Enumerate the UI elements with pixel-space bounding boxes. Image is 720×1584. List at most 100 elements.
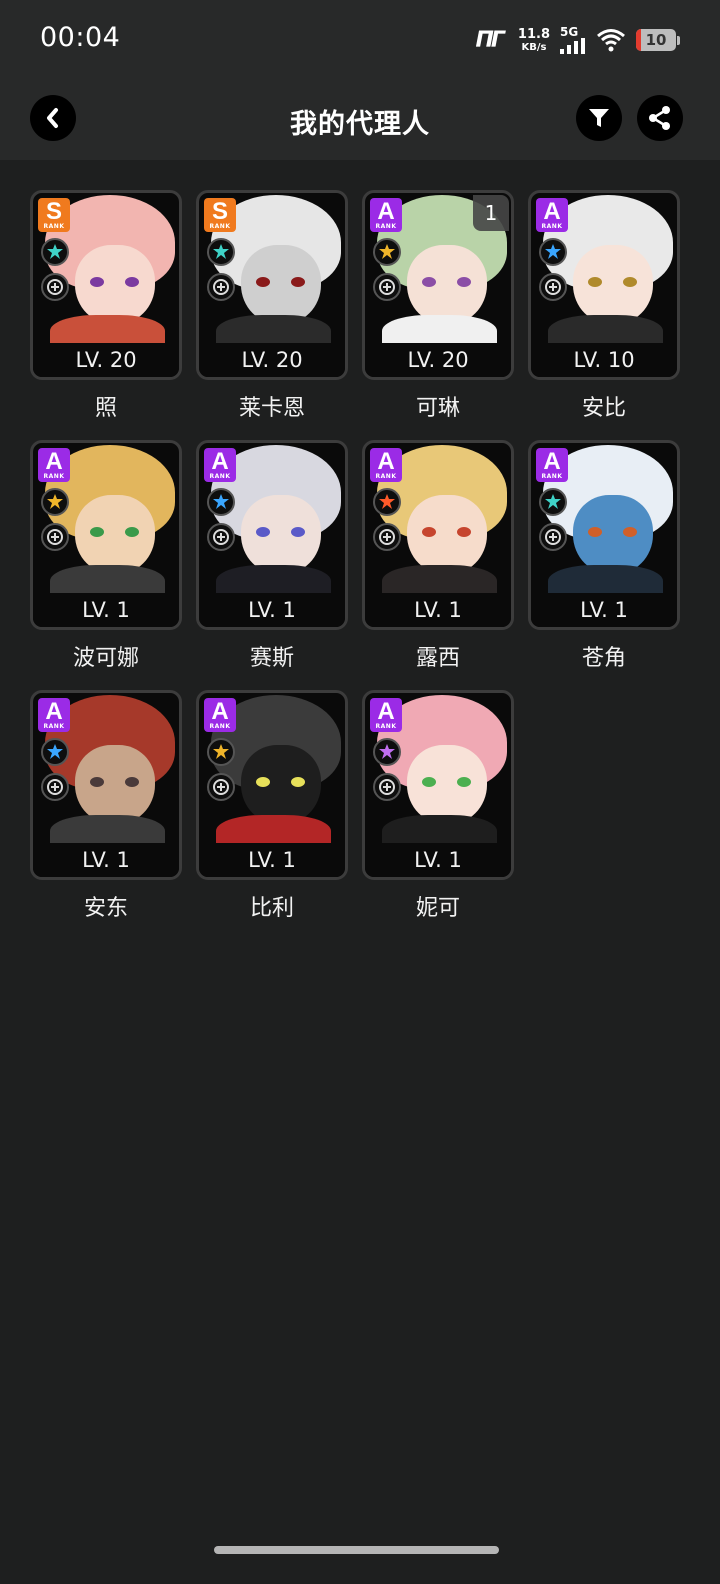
specialty-icon	[539, 523, 567, 551]
rank-letter: A	[377, 698, 395, 725]
specialty-icon	[41, 523, 69, 551]
agent-portrait-frame: A RANK LV. 10	[528, 190, 680, 380]
agent-level: LV. 1	[365, 843, 511, 877]
rank-word: RANK	[541, 473, 563, 480]
battery-tip	[677, 35, 680, 45]
agent-name: 可琳	[415, 396, 460, 421]
element-icon	[41, 738, 69, 766]
battery-level: 10	[645, 31, 667, 49]
agent-portrait-frame: A RANK LV. 1	[30, 690, 182, 880]
agent-card[interactable]: A RANK LV. 1 妮可	[362, 690, 514, 922]
rank-word: RANK	[43, 723, 65, 730]
specialty-icon	[41, 273, 69, 301]
agent-card[interactable]: A RANK 1 LV. 20 可琳	[362, 190, 514, 422]
rank-letter: A	[211, 448, 229, 475]
agent-name: 露西	[415, 646, 460, 671]
rank-letter: S	[211, 198, 228, 225]
element-icon	[373, 738, 401, 766]
filter-button[interactable]	[576, 95, 622, 141]
network-speed-value: 11.8	[517, 26, 550, 42]
rank-badge: A RANK	[370, 198, 402, 232]
rank-badge: A RANK	[370, 448, 402, 482]
agent-card[interactable]: A RANK LV. 1 苍角	[528, 440, 680, 672]
element-icon	[207, 488, 235, 516]
agent-name: 苍角	[581, 646, 626, 671]
network-speed: 11.8 KB/s	[518, 28, 550, 53]
agent-level: LV. 1	[33, 843, 179, 877]
agent-card[interactable]: A RANK LV. 1 波可娜	[30, 440, 182, 672]
agent-portrait-frame: S RANK LV. 20	[30, 190, 182, 380]
agent-portrait-frame: A RANK LV. 1	[196, 690, 348, 880]
agent-portrait-frame: A RANK LV. 1	[362, 690, 514, 880]
home-indicator[interactable]	[214, 1546, 499, 1554]
agent-card[interactable]: A RANK LV. 10 安比	[528, 190, 680, 422]
status-bar: 00:04 ΠΓ 11.8 KB/s 5G 10	[0, 0, 720, 80]
agent-portrait-frame: A RANK LV. 1	[362, 440, 514, 630]
wifi-icon	[597, 29, 625, 52]
element-icon	[539, 488, 567, 516]
agent-name: 安东	[83, 896, 128, 921]
agent-level: LV. 1	[199, 843, 345, 877]
rank-word: RANK	[43, 223, 65, 230]
network-speed-unit: KB/s	[521, 41, 547, 53]
element-icon	[373, 238, 401, 266]
network-type: 5G	[560, 25, 579, 39]
rank-word: RANK	[209, 223, 231, 230]
specialty-icon	[207, 523, 235, 551]
rank-word: RANK	[375, 723, 397, 730]
cell-signal: 5G	[560, 26, 586, 54]
agent-name: 照	[94, 396, 117, 421]
agent-card[interactable]: A RANK LV. 1 露西	[362, 440, 514, 672]
rank-word: RANK	[209, 723, 231, 730]
rank-letter: A	[211, 698, 229, 725]
rank-letter: A	[45, 698, 63, 725]
agent-level: LV. 1	[199, 593, 345, 627]
rank-badge: A RANK	[204, 448, 236, 482]
count-badge: 1	[473, 195, 509, 231]
agent-name: 莱卡恩	[238, 396, 305, 421]
rank-badge: A RANK	[536, 198, 568, 232]
rank-badge: A RANK	[370, 698, 402, 732]
app-bar: 我的代理人	[0, 80, 720, 160]
rank-word: RANK	[43, 473, 65, 480]
specialty-icon	[207, 273, 235, 301]
share-button[interactable]	[637, 95, 683, 141]
rank-word: RANK	[209, 473, 231, 480]
rank-letter: A	[543, 198, 561, 225]
signal-bars-icon	[560, 38, 585, 54]
agent-level: LV. 1	[531, 593, 677, 627]
agent-card[interactable]: A RANK LV. 1 比利	[196, 690, 348, 922]
agent-level: LV. 20	[365, 343, 511, 377]
rank-badge: A RANK	[204, 698, 236, 732]
rank-letter: A	[543, 448, 561, 475]
agent-card[interactable]: A RANK LV. 1 安东	[30, 690, 182, 922]
rank-badge: A RANK	[38, 448, 70, 482]
element-icon	[539, 238, 567, 266]
network-logo-icon: ΠΓ	[475, 27, 504, 53]
specialty-icon	[41, 773, 69, 801]
element-icon	[373, 488, 401, 516]
battery-icon: 10	[636, 29, 676, 51]
rank-letter: A	[45, 448, 63, 475]
agent-name: 比利	[249, 896, 294, 921]
agent-card[interactable]: S RANK LV. 20 照	[30, 190, 182, 422]
agent-portrait-frame: A RANK 1 LV. 20	[362, 190, 514, 380]
element-icon	[41, 238, 69, 266]
rank-badge: S RANK	[204, 198, 236, 232]
specialty-icon	[373, 273, 401, 301]
agent-level: LV. 20	[33, 343, 179, 377]
status-icons: ΠΓ 11.8 KB/s 5G 10	[475, 22, 680, 58]
share-icon	[649, 106, 670, 130]
agent-card[interactable]: A RANK LV. 1 赛斯	[196, 440, 348, 672]
agent-level: LV. 1	[365, 593, 511, 627]
rank-word: RANK	[375, 223, 397, 230]
agent-portrait-frame: A RANK LV. 1	[196, 440, 348, 630]
agent-name: 安比	[581, 396, 626, 421]
element-icon	[207, 238, 235, 266]
agent-card[interactable]: S RANK LV. 20 莱卡恩	[196, 190, 348, 422]
element-icon	[207, 738, 235, 766]
agent-level: LV. 1	[33, 593, 179, 627]
rank-letter: A	[377, 198, 395, 225]
agent-level: LV. 20	[199, 343, 345, 377]
rank-word: RANK	[375, 473, 397, 480]
